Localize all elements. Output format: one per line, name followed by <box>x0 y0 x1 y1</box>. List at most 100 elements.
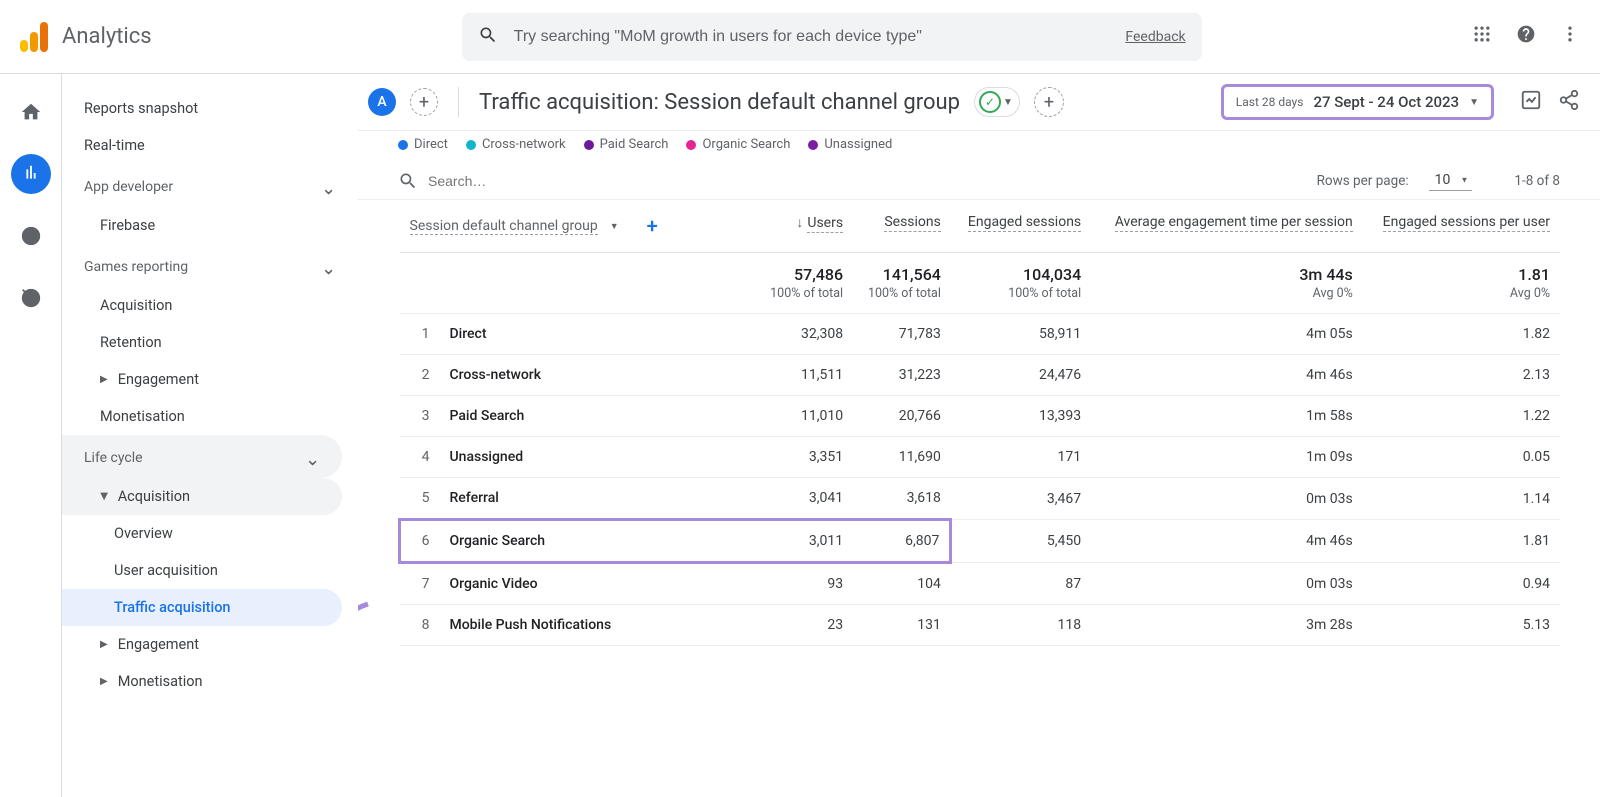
search-input[interactable] <box>514 28 1110 46</box>
row-name: Referral <box>440 478 756 520</box>
table-row[interactable]: 8Mobile Push Notifications231311183m 28s… <box>400 605 1561 646</box>
rail-advertising[interactable] <box>11 278 51 318</box>
sidebar-header-appdev[interactable]: App developer ⌃ <box>62 164 358 207</box>
sidebar-games-engagement[interactable]: ▶Engagement <box>62 361 358 398</box>
sidebar-realtime[interactable]: Real-time <box>62 127 358 164</box>
row-avg-time: 4m 05s <box>1091 314 1363 355</box>
row-users: 32,308 <box>755 314 853 355</box>
sidebar-header-lifecycle[interactable]: Life cycle ⌃ <box>62 435 342 478</box>
row-engaged: 118 <box>951 605 1091 646</box>
sidebar-header-label: App developer <box>84 179 173 195</box>
rail-explore[interactable] <box>11 216 51 256</box>
sidebar-lifecycle-engagement[interactable]: ▶Engagement <box>62 626 358 663</box>
chevron-up-icon: ⌃ <box>321 256 336 277</box>
row-eng-per-user: 1.81 <box>1363 520 1560 563</box>
legend-dot-icon <box>466 140 476 150</box>
col-engaged-per-user[interactable]: Engaged sessions per user <box>1363 200 1560 253</box>
date-prefix: Last 28 days <box>1236 95 1304 109</box>
row-name: Organic Video <box>440 563 756 605</box>
arrow-right-icon: ▶ <box>100 639 108 650</box>
row-sessions: 71,783 <box>853 314 951 355</box>
search-icon <box>398 171 418 191</box>
col-avg-engagement[interactable]: Average engagement time per session <box>1091 200 1363 253</box>
report-content: A + Traffic acquisition: Session default… <box>358 74 1600 797</box>
sidebar-header-label: Life cycle <box>84 450 143 466</box>
row-sessions: 131 <box>853 605 951 646</box>
legend-item[interactable]: Direct <box>398 137 448 152</box>
sidebar-games-acquisition[interactable]: Acquisition <box>62 287 358 324</box>
sidebar-games-monetisation[interactable]: Monetisation <box>62 398 358 435</box>
table-row[interactable]: 5Referral3,0413,6183,4670m 03s1.14 <box>400 478 1561 520</box>
sidebar-acq-traffic-acquisition[interactable]: Traffic acquisition <box>62 589 342 626</box>
sidebar-lifecycle-acquisition[interactable]: ▶Acquisition <box>62 478 342 515</box>
row-avg-time: 1m 09s <box>1091 437 1363 478</box>
sidebar-acq-user-acquisition[interactable]: User acquisition <box>62 552 358 589</box>
sidebar-acq-overview[interactable]: Overview <box>62 515 358 552</box>
col-sessions[interactable]: Sessions <box>853 200 951 253</box>
legend-item[interactable]: Paid Search <box>584 137 669 152</box>
table-row[interactable]: 4Unassigned3,35111,6901711m 09s0.05 <box>400 437 1561 478</box>
col-users[interactable]: ↓Users <box>755 200 853 253</box>
table-search-input[interactable] <box>428 173 609 189</box>
arrow-right-icon: ▶ <box>100 374 108 385</box>
apps-icon[interactable] <box>1472 24 1492 50</box>
more-icon[interactable] <box>1560 24 1580 50</box>
app-logo[interactable]: Analytics <box>20 22 152 52</box>
row-engaged: 3,467 <box>951 478 1091 520</box>
legend-dot-icon <box>398 140 408 150</box>
row-index: 5 <box>400 478 440 520</box>
sidebar-firebase[interactable]: Firebase <box>62 207 358 244</box>
rail-reports[interactable] <box>11 154 51 194</box>
share-icon[interactable] <box>1558 89 1580 115</box>
feedback-link[interactable]: Feedback <box>1125 29 1185 45</box>
table-row[interactable]: 7Organic Video93104870m 03s0.94 <box>400 563 1561 605</box>
table-row[interactable]: 2Cross-network11,51131,22324,4764m 46s2.… <box>400 355 1561 396</box>
row-eng-per-user: 2.13 <box>1363 355 1560 396</box>
table-row[interactable]: 1Direct32,30871,78358,9114m 05s1.82 <box>400 314 1561 355</box>
row-eng-per-user: 0.05 <box>1363 437 1560 478</box>
rows-per-page-label: Rows per page: <box>1317 173 1409 189</box>
separator <box>458 87 459 117</box>
sidebar-games-retention[interactable]: Retention <box>62 324 358 361</box>
add-segment-button[interactable]: + <box>410 88 438 116</box>
row-name: Mobile Push Notifications <box>440 605 756 646</box>
customize-report-icon[interactable] <box>1520 89 1542 115</box>
row-index: 1 <box>400 314 440 355</box>
row-users: 3,011 <box>755 520 853 563</box>
status-chip[interactable]: ✓ ▼ <box>974 87 1020 117</box>
sidebar-lifecycle-monetisation[interactable]: ▶Monetisation <box>62 663 358 700</box>
chevron-up-icon: ⌃ <box>321 176 336 197</box>
legend-item[interactable]: Organic Search <box>686 137 790 152</box>
nav-rail <box>0 74 62 797</box>
row-eng-per-user: 1.14 <box>1363 478 1560 520</box>
table-search[interactable] <box>398 171 1305 191</box>
legend-item[interactable]: Cross-network <box>466 137 566 152</box>
help-icon[interactable] <box>1516 24 1536 50</box>
rows-per-page-select[interactable]: 10 <box>1429 170 1473 191</box>
legend-label: Cross-network <box>482 137 566 152</box>
dimension-header[interactable]: Session default channel group ▼ + <box>400 200 756 253</box>
date-range-picker[interactable]: Last 28 days 27 Sept - 24 Oct 2023 ▼ <box>1221 84 1494 120</box>
row-users: 93 <box>755 563 853 605</box>
table-toolbar: Rows per page: 10 1-8 of 8 <box>358 162 1600 200</box>
row-name: Cross-network <box>440 355 756 396</box>
caret-down-icon: ▼ <box>1469 97 1479 108</box>
legend-item[interactable]: Unassigned <box>808 137 892 152</box>
row-users: 11,010 <box>755 396 853 437</box>
row-index: 6 <box>400 520 440 563</box>
row-name: Direct <box>440 314 756 355</box>
arrow-down-icon: ↓ <box>796 215 803 231</box>
add-comparison-button[interactable]: + <box>1034 87 1064 117</box>
rail-home[interactable] <box>11 92 51 132</box>
add-dimension-button[interactable]: + <box>647 214 658 238</box>
row-avg-time: 0m 03s <box>1091 478 1363 520</box>
segment-chip[interactable]: A <box>368 88 396 116</box>
search-bar[interactable]: Feedback <box>462 13 1202 61</box>
table-row[interactable]: 3Paid Search11,01020,76613,3931m 58s1.22 <box>400 396 1561 437</box>
sidebar-header-games[interactable]: Games reporting ⌃ <box>62 244 358 287</box>
row-index: 4 <box>400 437 440 478</box>
table-row[interactable]: 6Organic Search3,0116,8075,4504m 46s1.81 <box>400 520 1561 563</box>
sidebar-reports-snapshot[interactable]: Reports snapshot <box>62 90 358 127</box>
legend-dot-icon <box>808 140 818 150</box>
col-engaged-sessions[interactable]: Engaged sessions <box>951 200 1091 253</box>
